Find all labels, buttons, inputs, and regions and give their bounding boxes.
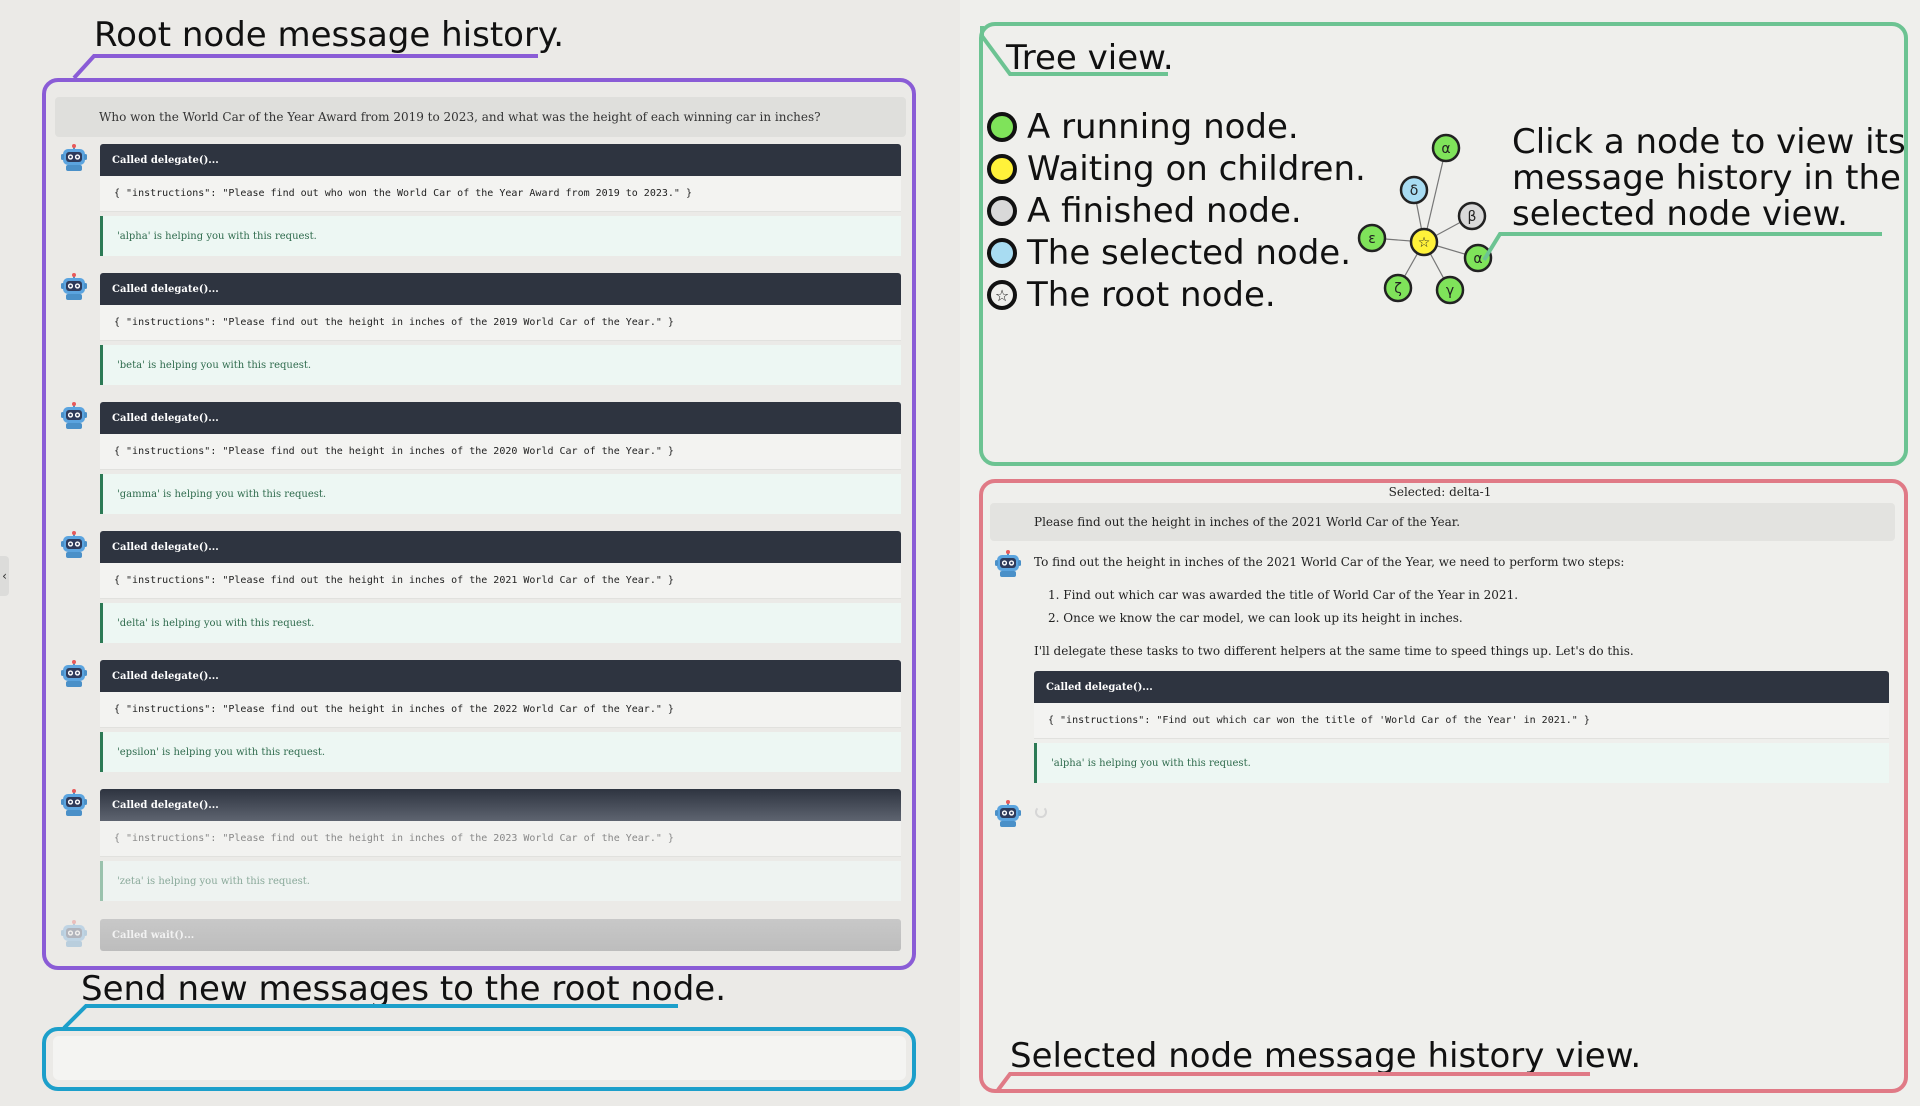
delegate-call-result: 'alpha' is helping you with this request…: [100, 216, 901, 256]
collapse-panel-button[interactable]: ‹: [0, 556, 9, 596]
legend-label: A finished node.: [1027, 191, 1302, 231]
click-node-annotation: Click a node to view its message history…: [1512, 124, 1906, 232]
legend-item-running: A running node.: [987, 107, 1299, 147]
tree-node-label: ζ: [1394, 281, 1402, 297]
finished-node-icon: [987, 196, 1017, 226]
selected-user-message-text: Please find out the height in inches of …: [1034, 515, 1461, 529]
root-history-callout-line: [72, 54, 538, 80]
delegate-call-args: { "instructions": "Please find out the h…: [100, 692, 901, 728]
delegate-call-result: 'gamma' is helping you with this request…: [100, 474, 901, 514]
tree-view-annotation: Tree view.: [1006, 38, 1174, 78]
delegate-call-block: Called delegate()...{ "instructions": "P…: [100, 273, 901, 385]
delegate-call-header[interactable]: Called delegate()...: [100, 789, 901, 821]
tree-node[interactable]: ε: [1357, 223, 1387, 253]
root-user-message: Who won the World Car of the Year Award …: [55, 97, 906, 137]
click-node-line-1: Click a node to view its: [1512, 122, 1906, 162]
tree-node-label: γ: [1446, 283, 1454, 299]
delegate-call-block: Called delegate()...{ "instructions": "P…: [100, 531, 901, 643]
robot-avatar-icon: [994, 800, 1022, 828]
delegate-call-block: Called delegate()...{ "instructions": "P…: [100, 660, 901, 772]
legend-item-finished: A finished node.: [987, 191, 1302, 231]
tree-node[interactable]: ζ: [1383, 273, 1413, 303]
delegate-call-block: Called delegate()...{ "instructions": "P…: [100, 402, 901, 514]
delegate-call-args: { "instructions": "Please find out who w…: [100, 176, 901, 212]
selected-view-callout-line: [996, 1072, 1590, 1092]
delegate-call-header[interactable]: Called delegate()...: [100, 273, 901, 305]
robot-avatar-icon: [60, 920, 88, 948]
wait-call-label: Called wait()...: [112, 929, 195, 941]
delegate-call-header[interactable]: Called delegate()...: [100, 531, 901, 563]
tree-node-label: δ: [1410, 183, 1419, 199]
chevron-left-icon: ‹: [2, 569, 7, 583]
robot-avatar-icon: [60, 660, 88, 688]
delegate-call-args: { "instructions": "Please find out the h…: [100, 434, 901, 470]
root-user-message-text: Who won the World Car of the Year Award …: [99, 110, 821, 124]
tree-node-label: β: [1468, 209, 1477, 225]
selected-call-result: 'alpha' is helping you with this request…: [1034, 743, 1889, 783]
legend-label: The selected node.: [1027, 233, 1352, 273]
legend-label: A running node.: [1027, 107, 1299, 147]
tree-node[interactable]: α: [1431, 133, 1461, 163]
delegate-call-result: 'epsilon' is helping you with this reque…: [100, 732, 901, 772]
message-input[interactable]: [53, 1036, 906, 1080]
selected-call-args: { "instructions": "Find out which car wo…: [1034, 703, 1889, 739]
delegate-call-header[interactable]: Called delegate()...: [100, 660, 901, 692]
selected-call-header[interactable]: Called delegate()...: [1034, 671, 1889, 703]
selected-node-icon: [987, 238, 1017, 268]
robot-avatar-icon: [60, 789, 88, 817]
selected-node-title: Selected: delta-1: [1388, 485, 1492, 499]
delegate-call-block: Called delegate()...{ "instructions": "P…: [100, 144, 901, 256]
delegate-call-args: { "instructions": "Please find out the h…: [100, 821, 901, 857]
root-node-icon: ☆: [987, 280, 1017, 310]
robot-avatar-icon: [60, 273, 88, 301]
assistant-intro-text: To find out the height in inches of the …: [1034, 555, 1625, 569]
tree-node-label: α: [1441, 141, 1450, 157]
delegate-call-result: 'delta' is helping you with this request…: [100, 603, 901, 643]
assistant-step-1: 1. Find out which car was awarded the ti…: [1048, 588, 1519, 602]
delegate-call-args: { "instructions": "Please find out the h…: [100, 563, 901, 599]
robot-avatar-icon: [60, 144, 88, 172]
tree-node-label: ☆: [1418, 235, 1431, 251]
tree-node[interactable]: β: [1457, 201, 1487, 231]
click-node-line-3: selected node view.: [1512, 194, 1848, 234]
tree-root-node[interactable]: ☆: [1409, 227, 1439, 257]
selected-user-message: Please find out the height in inches of …: [990, 503, 1895, 541]
delegate-call-result: 'zeta' is helping you with this request.: [100, 861, 901, 901]
delegate-call-args: { "instructions": "Please find out the h…: [100, 305, 901, 341]
legend-label: The root node.: [1027, 275, 1276, 315]
send-new-callout-line: [62, 1004, 678, 1030]
robot-avatar-icon: [994, 550, 1022, 578]
selected-view-frame: [979, 479, 1908, 1093]
legend-item-waiting: Waiting on children.: [987, 149, 1366, 189]
delegate-call-result: 'beta' is helping you with this request.: [100, 345, 901, 385]
wait-call-header[interactable]: Called wait()...: [100, 919, 901, 951]
click-node-line-2: message history in the: [1512, 158, 1901, 198]
waiting-node-icon: [987, 154, 1017, 184]
assistant-step-2: 2. Once we know the car model, we can lo…: [1048, 611, 1463, 625]
delegate-call-header[interactable]: Called delegate()...: [100, 144, 901, 176]
selected-call-block: Called delegate()... { "instructions": "…: [1034, 671, 1889, 783]
tree-graph: αδβεαζ γ☆: [1357, 133, 1493, 305]
robot-avatar-icon: [60, 402, 88, 430]
click-node-callout-line: [1482, 232, 1882, 262]
tree-node[interactable]: δ: [1399, 175, 1429, 205]
legend-item-root: ☆ The root node.: [987, 275, 1276, 315]
delegate-call-header[interactable]: Called delegate()...: [100, 402, 901, 434]
legend-label: Waiting on children.: [1027, 149, 1366, 189]
robot-avatar-icon: [60, 531, 88, 559]
delegate-call-block: Called delegate()...{ "instructions": "P…: [100, 789, 901, 901]
root-history-annotation: Root node message history.: [94, 15, 565, 55]
legend-item-selected: The selected node.: [987, 233, 1351, 273]
loading-spinner-icon: [1035, 806, 1047, 818]
tree-node[interactable]: γ: [1435, 275, 1465, 305]
tree-node-label: ε: [1368, 231, 1376, 247]
running-node-icon: [987, 112, 1017, 142]
assistant-outro-text: I'll delegate these tasks to two differe…: [1034, 644, 1634, 658]
